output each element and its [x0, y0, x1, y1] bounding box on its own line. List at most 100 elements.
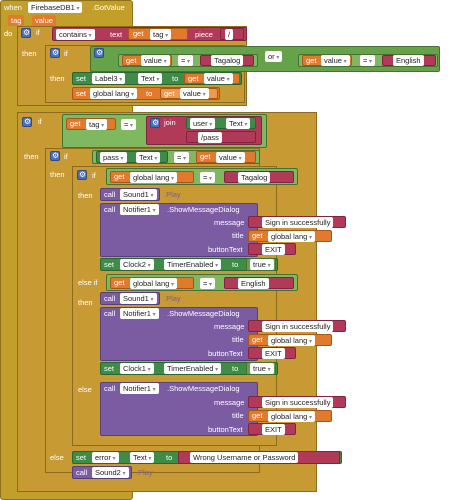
- eq-operator[interactable]: =: [121, 119, 137, 130]
- mutator-gear-icon[interactable]: [77, 170, 87, 180]
- value-dropdown[interactable]: value: [204, 73, 233, 84]
- eq-operator[interactable]: =: [174, 152, 190, 163]
- tagalog-text[interactable]: Tagalog: [238, 172, 271, 183]
- tag-dropdown[interactable]: tag: [86, 119, 108, 130]
- global-lang-dropdown[interactable]: global lang: [130, 278, 177, 289]
- component-dropdown-firebasedb1[interactable]: FirebaseDB1: [28, 2, 83, 13]
- label3-dropdown[interactable]: Label3: [92, 73, 126, 84]
- english-text[interactable]: English: [393, 55, 424, 66]
- if-keyword: if: [38, 117, 42, 126]
- clock2-dropdown[interactable]: Clock2: [120, 259, 154, 270]
- eq-operator[interactable]: =: [178, 55, 194, 66]
- get-keyword: get: [188, 74, 199, 83]
- then-keyword: then: [78, 298, 93, 307]
- mutator-gear-icon[interactable]: [50, 48, 60, 58]
- sound1-dropdown[interactable]: Sound1: [120, 189, 157, 200]
- text-prop-dropdown[interactable]: Text: [226, 118, 251, 129]
- value-dropdown[interactable]: value: [216, 152, 245, 163]
- do-keyword: do: [4, 29, 13, 38]
- english-text[interactable]: English: [238, 278, 269, 289]
- clock1-dropdown[interactable]: Clock1: [120, 363, 154, 374]
- then-keyword: then: [22, 49, 37, 58]
- mutator-gear-icon[interactable]: [21, 28, 31, 38]
- text-prop-dropdown[interactable]: Text: [130, 452, 155, 463]
- global-lang-dropdown[interactable]: global lang: [130, 172, 177, 183]
- param-tag[interactable]: tag: [8, 15, 25, 26]
- set-keyword: set: [104, 364, 115, 373]
- error-dropdown[interactable]: error: [92, 452, 119, 463]
- mutator-gear-icon[interactable]: [94, 48, 104, 58]
- value-dropdown[interactable]: value: [141, 55, 170, 66]
- mutator-gear-icon[interactable]: [150, 118, 160, 128]
- play-method: .Play: [164, 294, 181, 303]
- global-lang-dropdown[interactable]: global lang: [268, 335, 315, 346]
- tag-dropdown[interactable]: tag: [150, 29, 172, 40]
- to-keyword: to: [166, 453, 173, 462]
- sound1-dropdown[interactable]: Sound1: [120, 293, 157, 304]
- exit-text[interactable]: EXIT: [262, 348, 285, 359]
- eq-operator[interactable]: =: [200, 278, 216, 289]
- user-dropdown[interactable]: user: [190, 118, 216, 129]
- message-label: message: [214, 218, 245, 227]
- to-keyword: to: [232, 364, 239, 373]
- global-lang-dropdown[interactable]: global lang: [268, 411, 315, 422]
- true-dropdown[interactable]: true: [250, 363, 274, 374]
- else-if-keyword: else if: [78, 278, 98, 287]
- call-keyword: call: [76, 468, 88, 477]
- exit-text[interactable]: EXIT: [262, 424, 285, 435]
- message-label: message: [214, 398, 245, 407]
- timer-enabled-dropdown[interactable]: TimerEnabled: [164, 259, 222, 270]
- sound2-dropdown[interactable]: Sound2: [92, 467, 129, 478]
- success-message-text[interactable]: Sign in successfully: [262, 397, 334, 408]
- piece-label: piece: [195, 30, 213, 39]
- success-message-text[interactable]: Sign in successfully: [262, 217, 334, 228]
- wrong-message-text[interactable]: Wrong Username or Password: [190, 452, 299, 463]
- success-message-text[interactable]: Sign in successfully: [262, 321, 334, 332]
- then-keyword: then: [24, 152, 39, 161]
- value-dropdown[interactable]: value: [180, 88, 209, 99]
- notifier1-dropdown[interactable]: Notifier1: [120, 308, 159, 319]
- mutator-gear-icon[interactable]: [50, 151, 60, 161]
- get-keyword: get: [200, 152, 211, 161]
- text-prop-dropdown[interactable]: Text: [136, 152, 161, 163]
- eq-operator[interactable]: =: [200, 172, 216, 183]
- event-name: .GotValue: [92, 3, 125, 12]
- param-value[interactable]: value: [32, 15, 56, 26]
- true-dropdown[interactable]: true: [250, 259, 274, 270]
- message-label: message: [214, 322, 245, 331]
- global-lang-dropdown[interactable]: global lang: [90, 88, 137, 99]
- timer-enabled-dropdown[interactable]: TimerEnabled: [164, 363, 222, 374]
- tagalog-text[interactable]: Tagalog: [211, 55, 244, 66]
- text-prop-dropdown[interactable]: Text: [138, 73, 163, 84]
- get-keyword: get: [114, 278, 125, 287]
- buttontext-label: buttonText: [208, 349, 243, 358]
- notifier1-dropdown[interactable]: Notifier1: [120, 204, 159, 215]
- contains-dropdown[interactable]: contains: [56, 29, 95, 40]
- slash-text[interactable]: /: [225, 29, 234, 40]
- set-keyword: set: [104, 260, 115, 269]
- exit-text[interactable]: EXIT: [262, 244, 285, 255]
- pass-dropdown[interactable]: pass: [100, 152, 127, 163]
- then-keyword: then: [78, 191, 93, 200]
- mutator-gear-icon[interactable]: [22, 117, 32, 127]
- or-dropdown[interactable]: or: [265, 51, 283, 62]
- else-keyword: else: [50, 453, 64, 462]
- if-keyword: if: [64, 49, 68, 58]
- get-keyword: get: [70, 119, 81, 128]
- get-keyword: get: [252, 335, 263, 344]
- set-keyword: set: [76, 74, 87, 83]
- else-keyword: else: [78, 385, 92, 394]
- set-keyword: set: [76, 89, 87, 98]
- join-keyword: join: [164, 118, 176, 127]
- get-keyword: get: [252, 231, 263, 240]
- to-keyword: to: [172, 74, 179, 83]
- pass-string-text[interactable]: /pass: [198, 132, 222, 143]
- eq-operator[interactable]: =: [360, 55, 376, 66]
- show-dialog-method: .ShowMessageDialog: [167, 205, 240, 214]
- get-keyword: get: [306, 56, 317, 65]
- value-dropdown[interactable]: value: [321, 55, 350, 66]
- to-keyword: to: [232, 260, 239, 269]
- global-lang-dropdown[interactable]: global lang: [268, 231, 315, 242]
- notifier1-dropdown[interactable]: Notifier1: [120, 383, 159, 394]
- if-keyword: if: [64, 152, 68, 161]
